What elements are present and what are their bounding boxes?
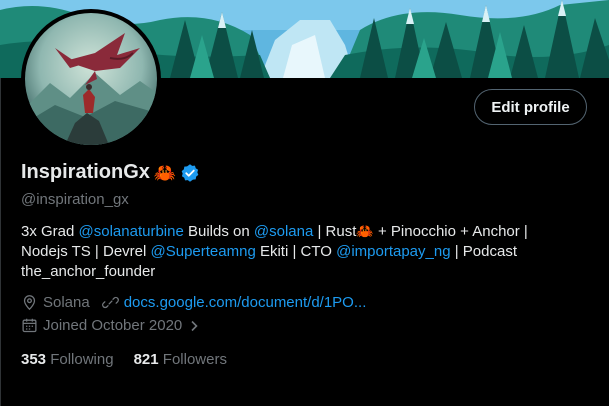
followers-link[interactable]: 821 Followers <box>134 351 227 368</box>
calendar-icon <box>22 318 37 333</box>
chevron-right-icon <box>191 320 198 331</box>
profile-name-row: InspirationGx 🦀 <box>21 161 200 184</box>
edit-profile-button[interactable]: Edit profile <box>474 89 587 125</box>
link-icon <box>101 296 119 309</box>
joined-row[interactable]: Joined October 2020 <box>21 317 200 334</box>
avatar[interactable] <box>21 9 161 149</box>
following-label: Following <box>50 351 114 368</box>
mention-link[interactable]: @solanaturbine <box>79 223 184 240</box>
profile-meta-row: Solana docs.google.com/document/d/1PO... <box>21 294 366 311</box>
display-name: InspirationGx <box>21 161 150 183</box>
mention-link[interactable]: @importapay_ng <box>336 243 450 260</box>
bio-text: Builds on <box>183 223 254 240</box>
bio-text: Nodejs TS | Devrel <box>21 243 151 260</box>
followers-label: Followers <box>162 351 227 368</box>
verified-badge-icon[interactable] <box>180 163 200 183</box>
joined-date: Joined October 2020 <box>43 317 183 334</box>
mention-link[interactable]: @Superteamng <box>151 243 256 260</box>
bio-text: the_anchor_founder <box>21 263 156 280</box>
mention-link[interactable]: @solana <box>254 223 313 240</box>
follow-stats: 353 Following 821 Followers <box>21 351 227 368</box>
location-icon <box>23 295 36 311</box>
website-link[interactable]: docs.google.com/document/d/1PO... <box>124 294 367 311</box>
frame-border <box>0 78 1 406</box>
followers-count: 821 <box>133 351 159 368</box>
following-count: 353 <box>21 351 47 368</box>
bio-text: Ekiti | CTO <box>255 243 337 260</box>
bio-text: + Pinocchio + Anchor | <box>373 223 528 240</box>
profile-bio: 3x Grad @solanaturbine Builds on @solana… <box>21 221 591 282</box>
bio-text: 3x Grad <box>21 223 79 240</box>
location-text: Solana <box>43 294 90 311</box>
crab-emoji: 🦀 <box>356 223 374 239</box>
following-link[interactable]: 353 Following <box>21 351 114 368</box>
bio-text: | Podcast <box>450 243 517 260</box>
profile-handle: @inspiration_gx <box>21 191 129 208</box>
crab-emoji: 🦀 <box>153 162 177 183</box>
bio-text: | Rust <box>313 223 357 240</box>
